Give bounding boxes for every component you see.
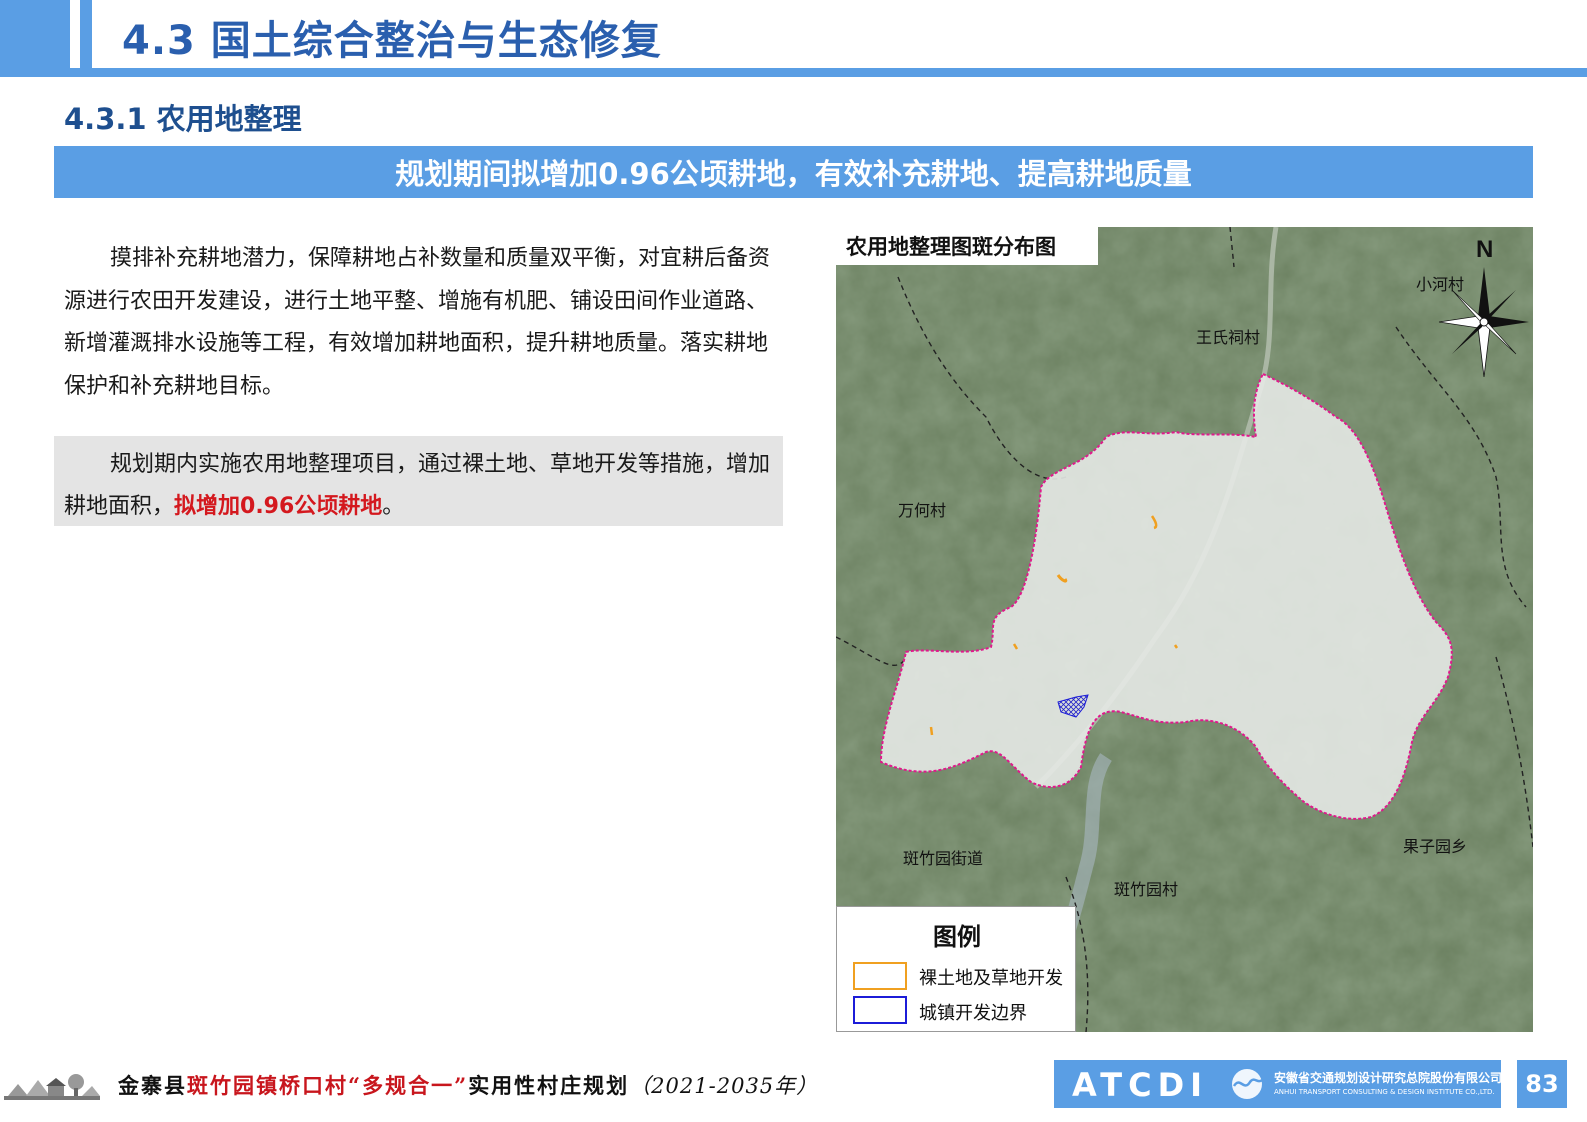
- legend-swatch-bare-land: [853, 962, 907, 990]
- body-paragraph-2-suffix: 。: [382, 494, 405, 519]
- header-accent-bar-thin: [80, 0, 92, 68]
- page-title: 4.3 国土综合整治与生态修复: [122, 18, 662, 64]
- footer-years: （2021-2035年）: [629, 1074, 819, 1098]
- body-paragraph-2-highlight: 拟增加0.96公顷耕地: [174, 494, 383, 519]
- footer-project: 斑竹园镇桥口村: [187, 1073, 348, 1098]
- village-illustration-icon: [4, 1074, 100, 1100]
- bare-land-patch: [1173, 644, 1179, 649]
- place-label-banzhuyuan-jiedao: 斑竹园街道: [903, 849, 984, 868]
- body-paragraph-1-text: 摸排补充耕地潜力，保障耕地占补数量和质量双平衡，对宜耕后备资源进行农田开发建设，…: [64, 246, 771, 399]
- footer-county: 金寨县: [118, 1073, 187, 1098]
- section-title: 4.3.1 农用地整理: [64, 102, 302, 136]
- body-paragraph-2: 规划期内实施农用地整理项目，通过裸土地、草地开发等措施，增加耕地面积，拟增加0.…: [64, 444, 788, 528]
- legend-swatch-urban-boundary: [853, 996, 907, 1024]
- legend-label-urban-boundary: 城镇开发边界: [919, 1003, 1027, 1024]
- footer-plan-type: 实用性村庄规划: [468, 1073, 630, 1098]
- place-label-xiaohe: 小河村: [1416, 275, 1465, 294]
- land-consolidation-map: N 农用地整理图斑分布图 小河村 王氏祠村 万何村 斑竹园街道 斑竹园村 果子园…: [836, 227, 1533, 1032]
- north-label: N: [1476, 236, 1493, 263]
- bare-land-patch: [929, 726, 934, 736]
- page-number: 83: [1517, 1060, 1567, 1108]
- body-paragraph-2-prefix: 规划期内实施农用地整理项目，通过裸土地、草地开发等措施，增加耕地面积，: [64, 452, 771, 519]
- header-accent-bar: [0, 0, 70, 68]
- place-label-wangshici: 王氏祠村: [1196, 328, 1261, 347]
- map-legend: 图例 裸土地及草地开发 城镇开发边界: [836, 906, 1076, 1032]
- place-label-wanhe: 万何村: [898, 501, 947, 520]
- footer-plan-title: 金寨县斑竹园镇桥口村“多规合一”实用性村庄规划（2021-2035年）: [118, 1073, 819, 1098]
- logo-text: ATCDI: [1072, 1066, 1209, 1104]
- company-logo: ATCDI 安徽省交通规划设计研究总院股份有限公司 ANHUI TRANSPOR…: [1054, 1060, 1503, 1108]
- logo-wave-icon: [1232, 1069, 1263, 1099]
- footer-plan-name: 多规合一: [362, 1073, 455, 1098]
- summary-banner: 规划期间拟增加0.96公顷耕地，有效补充耕地、提高耕地质量: [54, 146, 1533, 198]
- header-divider: [0, 68, 1587, 77]
- summary-banner-text: 规划期间拟增加0.96公顷耕地，有效补充耕地、提高耕地质量: [395, 157, 1192, 191]
- body-paragraph-1: 摸排补充耕地潜力，保障耕地占补数量和质量双平衡，对宜耕后备资源进行农田开发建设，…: [64, 238, 784, 408]
- logo-company-cn: 安徽省交通规划设计研究总院股份有限公司: [1274, 1071, 1503, 1085]
- place-label-banzhuyuan-cun: 斑竹园村: [1114, 880, 1179, 899]
- logo-company-en: ANHUI TRANSPORT CONSULTING & DESIGN INST…: [1274, 1088, 1495, 1096]
- map-title: 农用地整理图斑分布图: [836, 227, 1098, 265]
- legend-title: 图例: [933, 922, 981, 951]
- legend-label-bare-land: 裸土地及草地开发: [919, 968, 1063, 989]
- place-label-guoziyuan: 果子园乡: [1403, 837, 1468, 856]
